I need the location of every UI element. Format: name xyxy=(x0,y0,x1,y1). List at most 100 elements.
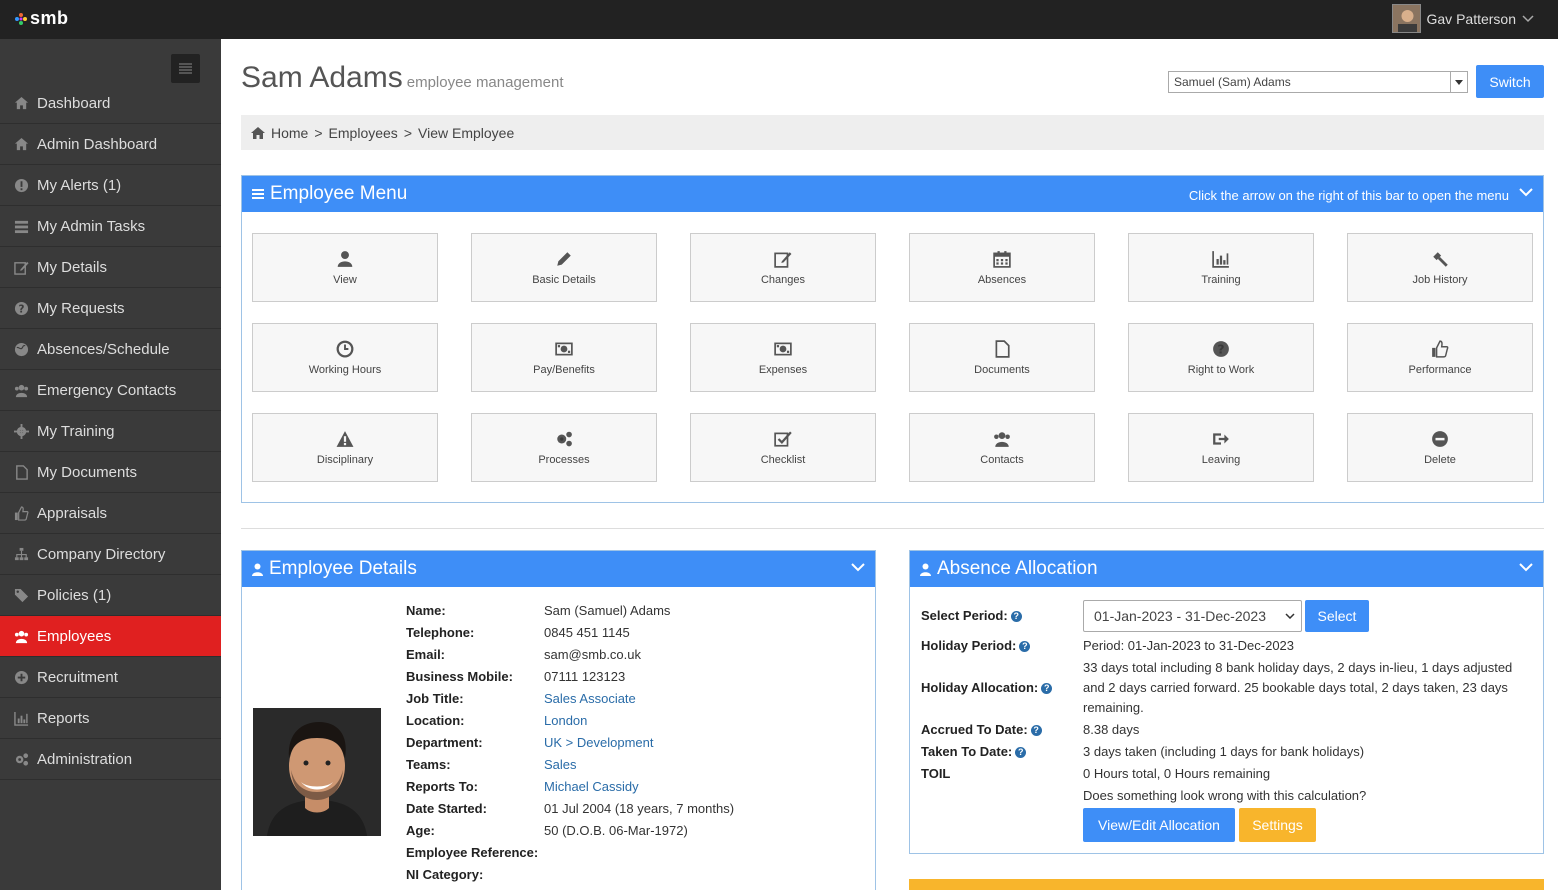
menu-tile-performance[interactable]: Performance xyxy=(1347,323,1533,392)
accrued-key: Accrued To Date:? xyxy=(921,720,1083,740)
sidebar-item-my-details[interactable]: My Details xyxy=(0,247,221,288)
absence-allocation-title: Absence Allocation xyxy=(937,558,1098,579)
calendar-icon xyxy=(993,250,1011,268)
menu-tile-label: Expenses xyxy=(758,363,808,376)
app-logo[interactable]: smb xyxy=(14,8,69,29)
sidebar-item-my-documents[interactable]: My Documents xyxy=(0,452,221,493)
switch-button[interactable]: Switch xyxy=(1476,65,1544,98)
sidebar-toggle-button[interactable] xyxy=(171,54,200,83)
alert-icon xyxy=(14,178,28,192)
select-period-row: Select Period:? 01-Jan-2023 - 31-Dec-202… xyxy=(921,600,1536,632)
sidebar-item-emergency-contacts[interactable]: Emergency Contacts xyxy=(0,370,221,411)
detail-value: 50 (D.O.B. 06-Mar-1972) xyxy=(544,823,688,838)
sidebar-item-admin-dashboard[interactable]: Admin Dashboard xyxy=(0,124,221,165)
help-icon[interactable]: ? xyxy=(1010,610,1022,622)
sidebar-item-my-admin-tasks[interactable]: My Admin Tasks xyxy=(0,206,221,247)
minus-circle-icon xyxy=(1432,430,1448,447)
sidebar-item-label: Emergency Contacts xyxy=(37,381,177,399)
sidebar-item-dashboard[interactable]: Dashboard xyxy=(0,83,221,124)
menu-tile-label: Performance xyxy=(1408,363,1472,376)
sidebar-item-policies-1[interactable]: Policies (1) xyxy=(0,575,221,616)
money-icon xyxy=(555,342,573,355)
menu-tile-processes[interactable]: Processes xyxy=(471,413,657,482)
sidebar-item-label: Administration xyxy=(37,750,133,768)
breadcrumb-home[interactable]: Home xyxy=(271,125,308,141)
absence-allocation-panel: Absence Allocation Select Period:? 01-Ja… xyxy=(909,550,1544,854)
document-icon xyxy=(15,464,28,480)
sidebar-item-label: Appraisals xyxy=(37,504,108,522)
sidebar-item-recruitment[interactable]: Recruitment xyxy=(0,657,221,698)
menu-tile-changes[interactable]: Changes xyxy=(690,233,876,302)
sidebar-item-employees[interactable]: Employees xyxy=(0,616,221,657)
sidebar-item-appraisals[interactable]: Appraisals xyxy=(0,493,221,534)
detail-value[interactable]: Michael Cassidy xyxy=(544,776,639,798)
user-menu[interactable]: Gav Patterson xyxy=(1391,4,1535,33)
menu-tile-absences[interactable]: Absences xyxy=(909,233,1095,302)
menu-tile-basic-details[interactable]: Basic Details xyxy=(471,233,657,302)
menu-tile-contacts[interactable]: Contacts xyxy=(909,413,1095,482)
sidebar-item-administration[interactable]: Administration xyxy=(0,739,221,780)
menu-tile-documents[interactable]: Documents xyxy=(909,323,1095,392)
sidebar-item-company-directory[interactable]: Company Directory xyxy=(0,534,221,575)
chevron-down-icon[interactable] xyxy=(1519,188,1533,197)
detail-key: Age: xyxy=(406,823,435,838)
detail-value[interactable]: Sales xyxy=(544,754,577,776)
menu-tile-disciplinary[interactable]: Disciplinary xyxy=(252,413,438,482)
detail-value[interactable]: London xyxy=(544,710,587,732)
sidebar-item-my-alerts-1[interactable]: My Alerts (1) xyxy=(0,165,221,206)
breadcrumb-employees[interactable]: Employees xyxy=(329,125,398,141)
help-icon[interactable]: ? xyxy=(1030,724,1042,736)
employee-details-header[interactable]: Employee Details xyxy=(242,551,875,587)
menu-tile-job-history[interactable]: Job History xyxy=(1347,233,1533,302)
employee-photo xyxy=(253,708,381,836)
menu-tile-view[interactable]: View xyxy=(252,233,438,302)
allocation-actions-row: View/Edit Allocation Settings xyxy=(921,808,1536,842)
settings-button[interactable]: Settings xyxy=(1239,808,1316,842)
sidebar-item-absences-schedule[interactable]: Absences/Schedule xyxy=(0,329,221,370)
wrong-link-row: Does something look wrong with this calc… xyxy=(921,786,1536,806)
chevron-down-icon[interactable] xyxy=(851,563,865,572)
menu-tile-label: Contacts xyxy=(980,453,1024,466)
holiday-allocation-key: Holiday Allocation:? xyxy=(921,658,1083,718)
home-icon xyxy=(14,96,28,109)
menu-tile-training[interactable]: Training xyxy=(1128,233,1314,302)
sidebar-item-label: My Training xyxy=(37,422,115,440)
absence-allocation-body: Select Period:? 01-Jan-2023 - 31-Dec-202… xyxy=(921,600,1536,844)
select-period-button[interactable]: Select xyxy=(1305,600,1369,632)
bar-chart-icon xyxy=(13,710,29,726)
menu-tile-label: Checklist xyxy=(760,453,806,466)
sidebar-item-my-training[interactable]: My Training xyxy=(0,411,221,452)
employee-menu-header[interactable]: Employee Menu Click the arrow on the rig… xyxy=(242,176,1543,212)
menu-tile-right-to-work[interactable]: ? Right to Work xyxy=(1128,323,1314,392)
sidebar-item-label: My Alerts (1) xyxy=(37,176,122,194)
menu-tile-delete[interactable]: Delete xyxy=(1347,413,1533,482)
sidebar-item-reports[interactable]: Reports xyxy=(0,698,221,739)
employee-select-value: Samuel (Sam) Adams xyxy=(1174,75,1291,89)
menu-tile-checklist[interactable]: Checklist xyxy=(690,413,876,482)
menu-tile-working-hours[interactable]: Working Hours xyxy=(252,323,438,392)
view-edit-allocation-button[interactable]: View/Edit Allocation xyxy=(1083,808,1235,842)
calculation-help-link[interactable]: Does something look wrong with this calc… xyxy=(1083,786,1536,806)
employee-select[interactable]: Samuel (Sam) Adams xyxy=(1168,71,1468,93)
detail-key: Job Title: xyxy=(406,691,464,706)
menu-tile-leaving[interactable]: Leaving xyxy=(1128,413,1314,482)
help-icon[interactable]: ? xyxy=(1015,746,1027,758)
period-select[interactable]: 01-Jan-2023 - 31-Dec-2023 xyxy=(1083,600,1302,632)
menu-tile-expenses[interactable]: Expenses xyxy=(690,323,876,392)
employee-menu-title: Employee Menu xyxy=(270,183,408,204)
detail-value[interactable]: UK > Development xyxy=(544,732,653,754)
page-title: Sam Adams employee management xyxy=(241,61,564,95)
sidebar-item-my-requests[interactable]: ? My Requests xyxy=(0,288,221,329)
detail-key: Date Started: xyxy=(406,801,487,816)
detail-row: Department: UK > Development xyxy=(406,732,734,754)
absence-allocation-header[interactable]: Absence Allocation xyxy=(910,551,1543,587)
detail-value: sam@smb.co.uk xyxy=(544,647,641,662)
chevron-down-icon[interactable] xyxy=(1519,563,1533,572)
dropdown-arrow-icon xyxy=(1450,72,1467,92)
help-icon[interactable]: ? xyxy=(1019,640,1031,652)
menu-tile-pay-benefits[interactable]: Pay/Benefits xyxy=(471,323,657,392)
detail-value[interactable]: Sales Associate xyxy=(544,688,636,710)
help-icon[interactable]: ? xyxy=(1041,682,1053,694)
detail-key: Employee Reference: xyxy=(406,845,539,860)
tags-icon xyxy=(13,587,29,603)
